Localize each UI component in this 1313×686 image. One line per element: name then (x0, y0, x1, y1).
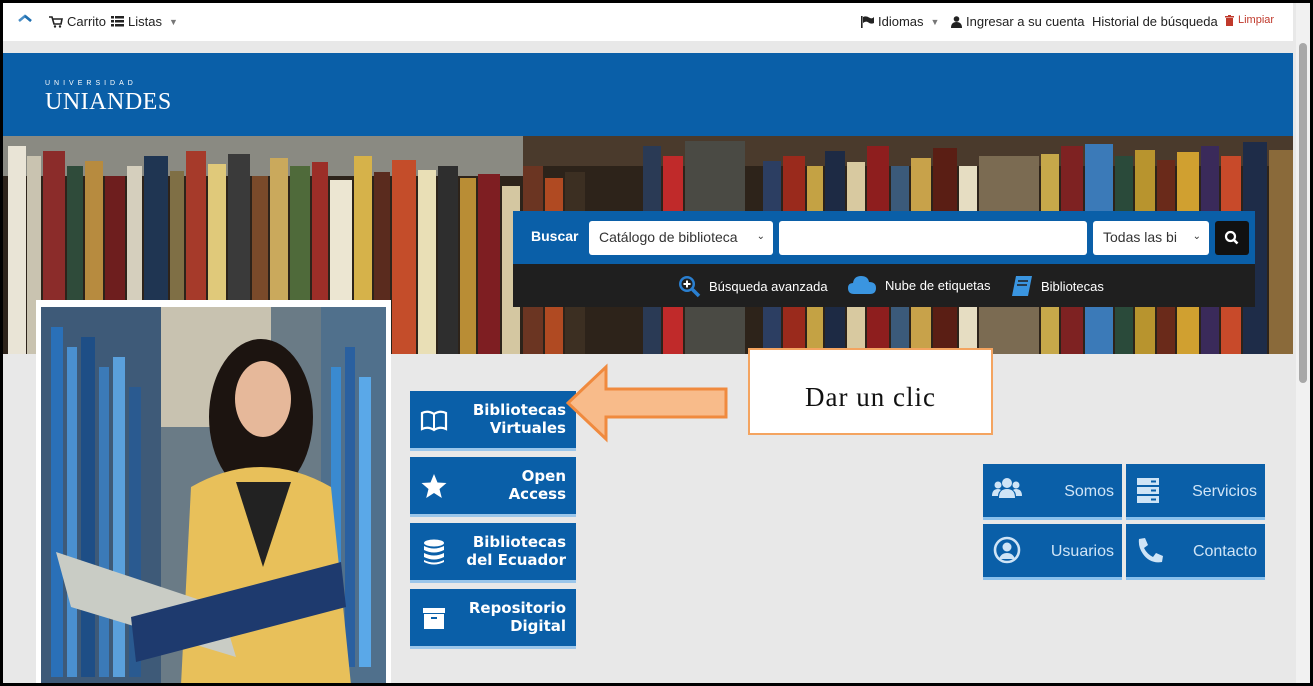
cloud-icon (848, 276, 876, 294)
search-history-link[interactable]: Historial de búsqueda (1092, 14, 1218, 29)
tile-virtual-libraries[interactable]: Bibliotecas Virtuales (410, 391, 576, 451)
user-circle-icon (993, 536, 1021, 564)
arrow-left-icon (566, 363, 728, 443)
chevron-down-icon: ▼ (930, 16, 940, 27)
chevron-down-icon: ▼ (168, 16, 178, 27)
users-icon (992, 478, 1022, 498)
tile-line-2: Access (508, 485, 566, 503)
brand-header: UNIVERSIDAD UNIANDES (3, 53, 1293, 136)
tile-line-2: del Ecuador (466, 551, 566, 569)
clear-link[interactable]: Limpiar (1225, 14, 1274, 26)
tile-ecuador-libraries-label: Bibliotecas del Ecuador (466, 533, 566, 569)
tile-usuarios-label: Usuarios (1050, 543, 1114, 560)
search-links: Búsqueda avanzada Nube de etiquetas Bibl… (513, 264, 1255, 307)
university-logo[interactable]: UNIANDES (45, 89, 172, 116)
cart-icon (49, 15, 63, 28)
search-label: Buscar (531, 228, 579, 244)
trash-icon (1225, 14, 1234, 26)
tag-cloud-label: Nube de etiquetas (885, 277, 991, 293)
library-select-value: Todas las bi (1103, 229, 1177, 245)
libraries-label: Bibliotecas (1041, 278, 1104, 294)
tile-virtual-libraries-label: Bibliotecas Virtuales (473, 401, 566, 437)
browser-frame: Carrito Listas ▼ Idiomas ▼ Ingresar a su… (0, 0, 1313, 686)
cart-link[interactable]: Carrito (49, 14, 106, 29)
catalog-select-value: Catálogo de biblioteca (599, 229, 738, 245)
languages-dropdown[interactable]: Idiomas ▼ (861, 14, 939, 29)
tile-open-access-label: Open Access (509, 467, 566, 503)
tile-open-access[interactable]: Open Access (410, 457, 576, 517)
search-icon (1224, 230, 1239, 245)
catalog-select[interactable]: Catálogo de biblioteca ⌄ (589, 221, 773, 255)
tile-servicios-label: Servicios (1192, 483, 1257, 500)
university-caption: UNIVERSIDAD (45, 80, 137, 87)
chevron-down-icon: ⌄ (756, 231, 765, 242)
tile-digital-repository-label: Repositorio Digital (469, 599, 566, 635)
server-icon (1137, 478, 1159, 503)
woman-reading-image (41, 307, 386, 683)
search-input[interactable] (779, 221, 1087, 255)
advanced-search-label: Búsqueda avanzada (709, 278, 828, 294)
history-label: Historial de búsqueda (1092, 14, 1218, 29)
search-row: Buscar Catálogo de biblioteca ⌄ Todas la… (513, 211, 1255, 264)
database-icon (424, 539, 444, 565)
list-icon (111, 16, 124, 27)
flag-icon (861, 15, 874, 28)
home-link[interactable] (18, 14, 32, 26)
archive-icon (423, 608, 445, 629)
top-navbar: Carrito Listas ▼ Idiomas ▼ Ingresar a su… (3, 3, 1293, 41)
promo-photo (36, 300, 391, 683)
tile-somos-label: Somos (1064, 483, 1114, 500)
chevron-down-icon: ⌄ (1192, 231, 1201, 242)
lists-dropdown[interactable]: Listas ▼ (111, 14, 178, 29)
search-panel: Buscar Catálogo de biblioteca ⌄ Todas la… (513, 211, 1255, 307)
clear-label: Limpiar (1238, 14, 1275, 26)
tag-cloud-link[interactable]: Nube de etiquetas (847, 274, 991, 296)
tile-ecuador-libraries[interactable]: Bibliotecas del Ecuador (410, 523, 576, 583)
tile-digital-repository[interactable]: Repositorio Digital (410, 589, 576, 649)
tile-somos[interactable]: Somos (983, 464, 1122, 520)
tile-line-1: Bibliotecas (472, 533, 566, 551)
login-label: Ingresar a su cuenta (966, 14, 1085, 29)
tile-contacto[interactable]: Contacto (1126, 524, 1265, 580)
home-icon (18, 14, 32, 22)
languages-label: Idiomas (878, 14, 924, 29)
cart-label: Carrito (67, 14, 107, 29)
tile-line-1: Open (521, 467, 566, 485)
open-book-icon (420, 410, 448, 432)
tile-usuarios[interactable]: Usuarios (983, 524, 1122, 580)
tile-line-1: Repositorio (468, 599, 566, 617)
library-select[interactable]: Todas las bi ⌄ (1093, 221, 1209, 255)
login-link[interactable]: Ingresar a su cuenta (951, 14, 1085, 29)
tile-line-2: Virtuales (489, 419, 566, 437)
tile-contacto-label: Contacto (1192, 543, 1257, 560)
star-icon (421, 474, 447, 498)
lists-label: Listas (128, 14, 162, 29)
tile-servicios[interactable]: Servicios (1126, 464, 1265, 520)
book-icon (1012, 276, 1032, 296)
tile-line-2: Digital (510, 617, 566, 635)
instruction-callout-text: Dar un clic (805, 382, 936, 412)
user-icon (951, 15, 962, 28)
phone-icon (1138, 538, 1163, 563)
advanced-search-link[interactable]: Búsqueda avanzada (677, 274, 828, 298)
zoom-plus-icon (679, 276, 701, 298)
tile-line-1: Bibliotecas (472, 401, 566, 419)
libraries-link[interactable]: Bibliotecas (1011, 274, 1104, 298)
scrollbar-thumb[interactable] (1299, 43, 1307, 383)
instruction-callout: Dar un clic (748, 348, 993, 435)
page-scrollbar[interactable] (1296, 3, 1310, 683)
search-button[interactable] (1215, 221, 1249, 255)
